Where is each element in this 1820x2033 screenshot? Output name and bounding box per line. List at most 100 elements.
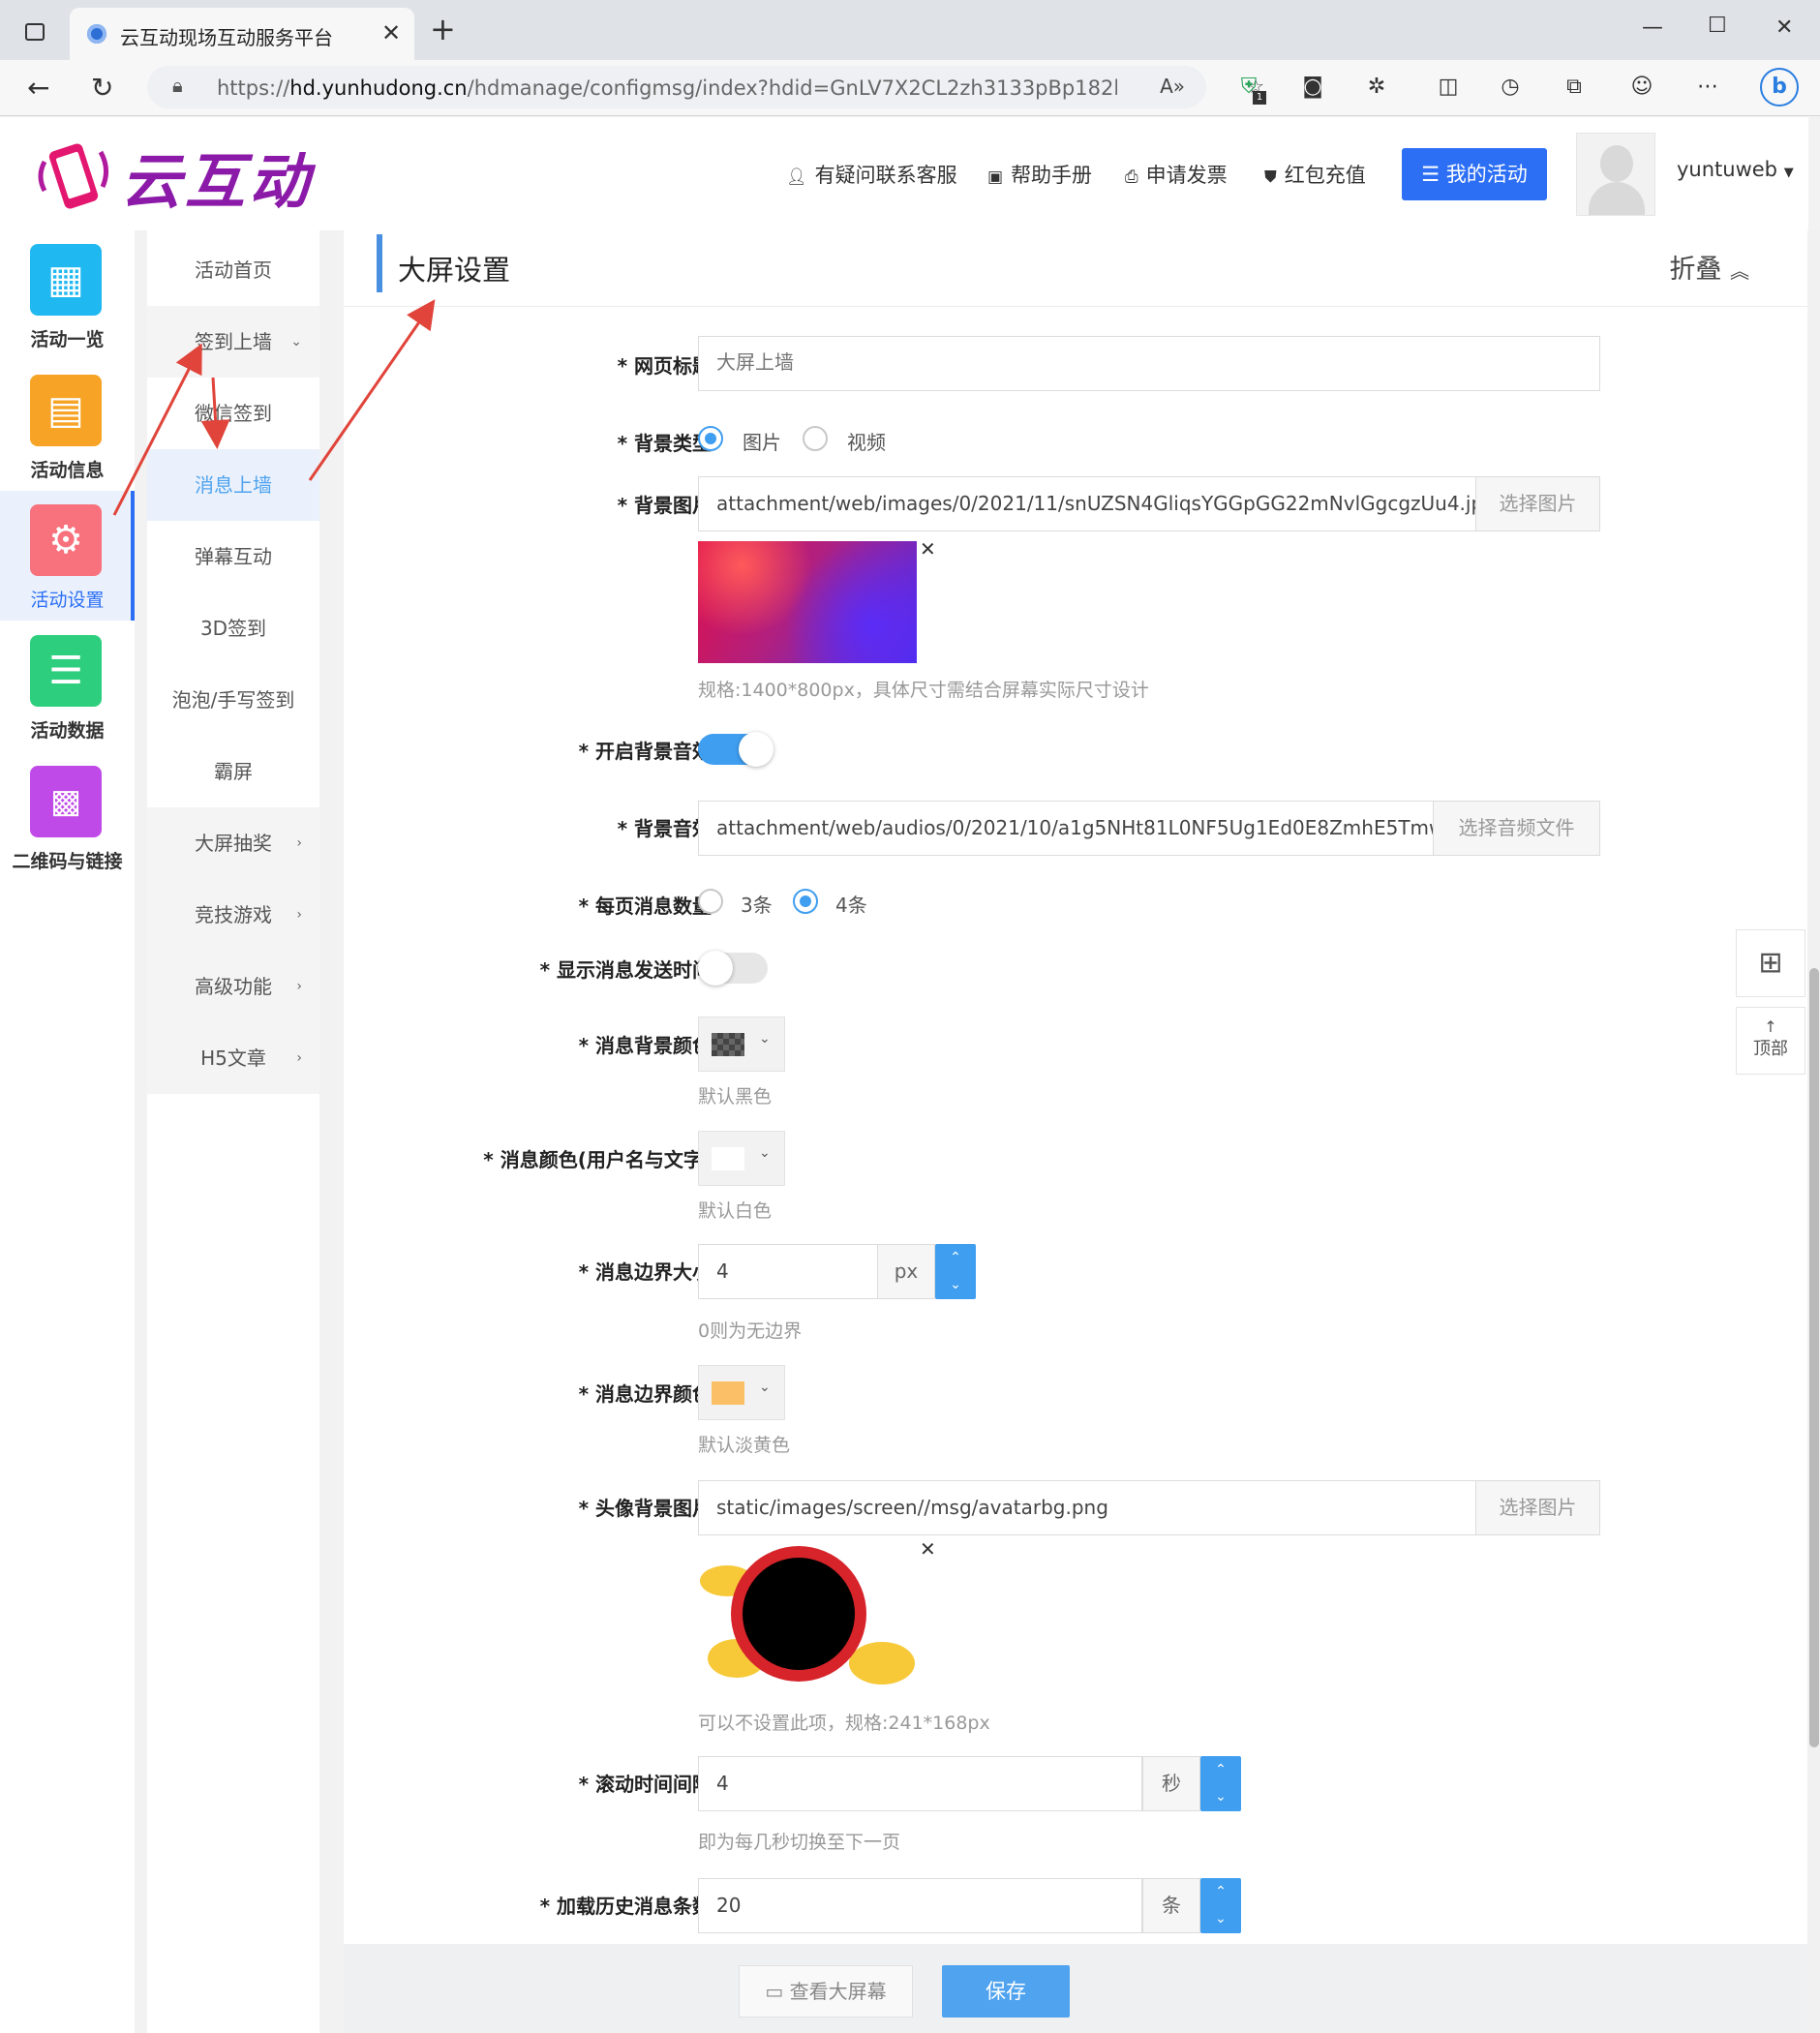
fold-button[interactable]: 折叠 ︽ bbox=[1669, 248, 1749, 286]
bing-copilot-icon[interactable]: b bbox=[1760, 68, 1799, 106]
bg-sound-toggle[interactable] bbox=[698, 732, 774, 767]
scrollbar-thumb[interactable] bbox=[1809, 968, 1819, 1747]
submenu-advanced[interactable]: 高级功能 › bbox=[147, 951, 319, 1022]
read-aloud-icon[interactable]: A» bbox=[1160, 75, 1185, 98]
more-options-icon[interactable]: ⋯ bbox=[1694, 74, 1721, 101]
show-time-toggle[interactable] bbox=[698, 951, 768, 986]
tab-actions-icon[interactable] bbox=[25, 23, 45, 41]
avatar[interactable] bbox=[1576, 133, 1655, 216]
submenu-wechat-signin[interactable]: 微信签到 bbox=[147, 378, 319, 449]
msg-bg-color-hint: 默认黑色 bbox=[698, 1086, 773, 1108]
contact-support-link[interactable]: 👤︎ 有疑问联系客服 bbox=[786, 160, 957, 189]
close-window-icon[interactable]: ✕ bbox=[1775, 15, 1793, 40]
msg-color-picker[interactable]: ⌄ bbox=[698, 1131, 785, 1186]
lock-icon: 🔒︎ bbox=[172, 74, 183, 97]
username-dropdown[interactable]: yuntuweb ▼ bbox=[1677, 158, 1794, 181]
grid-icon: ▦ bbox=[30, 244, 102, 316]
list-icon: ☰ bbox=[1421, 163, 1446, 186]
save-button[interactable]: 保存 bbox=[942, 1965, 1070, 2018]
back-to-top-button[interactable]: ↑ 顶部 bbox=[1736, 1007, 1805, 1075]
border-size-unit: px bbox=[877, 1244, 935, 1299]
nav-activity-info[interactable]: ▤ 活动信息 bbox=[0, 361, 135, 491]
bg-type-image-radio[interactable] bbox=[698, 426, 723, 451]
light-yellow-swatch bbox=[712, 1381, 744, 1405]
invoice-link[interactable]: ⎙ 申请发票 bbox=[1125, 160, 1228, 189]
bg-type-image-label: 图片 bbox=[743, 431, 781, 454]
refresh-icon[interactable]: ↻ bbox=[91, 72, 113, 104]
app-header: 云互动 👤︎ 有疑问联系客服 ▣ 帮助手册 ⎙ 申请发票 ⛊ 红包充值 ☰ 我的活动 y… bbox=[0, 117, 1808, 230]
per-page-3-radio[interactable] bbox=[698, 889, 723, 914]
scroll-interval-hint: 即为每几秒切换至下一页 bbox=[698, 1832, 901, 1853]
border-color-picker[interactable]: ⌄ bbox=[698, 1365, 785, 1420]
maximize-icon[interactable]: ☐ bbox=[1708, 14, 1727, 38]
browser-tab[interactable]: 云互动现场互动服务平台 ✕ bbox=[70, 8, 414, 60]
logo-text: 云互动 bbox=[121, 146, 314, 217]
avatar-bg-select-button[interactable]: 选择图片 bbox=[1475, 1480, 1600, 1535]
arrow-up-icon: ↑ bbox=[1764, 1017, 1777, 1036]
collections-icon[interactable]: ⧉ bbox=[1561, 74, 1588, 101]
database-icon: ☰ bbox=[30, 635, 102, 707]
msg-bg-color-picker[interactable]: ⌄ bbox=[698, 1016, 785, 1072]
scroll-interval-input[interactable]: 4 bbox=[698, 1756, 1142, 1811]
submenu-3d-signin[interactable]: 3D签到 bbox=[147, 592, 319, 664]
bg-image-input[interactable]: attachment/web/images/0/2021/11/snUZSN4G… bbox=[698, 476, 1476, 531]
submenu-h5-article[interactable]: H5文章 › bbox=[147, 1022, 319, 1094]
nav-activity-list[interactable]: ▦ 活动一览 bbox=[0, 230, 135, 360]
bg-sound-input[interactable]: attachment/web/audios/0/2021/10/a1g5NHt8… bbox=[698, 801, 1434, 856]
help-manual-link[interactable]: ▣ 帮助手册 bbox=[987, 160, 1092, 189]
border-size-hint: 0则为无边界 bbox=[698, 1320, 803, 1342]
bg-sound-select-button[interactable]: 选择音频文件 bbox=[1433, 801, 1600, 856]
nav-activity-data[interactable]: ☰ 活动数据 bbox=[0, 622, 135, 751]
chevron-up-icon: ⌃ bbox=[1215, 1884, 1227, 1899]
history-count-spinner[interactable]: ⌃ ⌄ bbox=[1200, 1878, 1241, 1933]
nav-activity-settings[interactable]: ⚙ 活动设置 bbox=[0, 491, 135, 621]
submenu-games[interactable]: 竞技游戏 › bbox=[147, 879, 319, 951]
action-bar: ▭ 查看大屏幕 保存 bbox=[344, 1944, 1807, 2033]
submenu-danmaku[interactable]: 弹幕互动 bbox=[147, 521, 319, 592]
page-title-input[interactable] bbox=[698, 336, 1600, 391]
bg-type-label: * 背景类型 bbox=[617, 432, 712, 455]
per-page-3-label: 3条 bbox=[741, 894, 773, 917]
submenu-lottery[interactable]: 大屏抽奖 › bbox=[147, 807, 319, 879]
minimize-icon[interactable]: — bbox=[1642, 15, 1663, 40]
submenu-message-wall[interactable]: 消息上墙 bbox=[147, 449, 319, 521]
scroll-interval-spinner[interactable]: ⌃ ⌄ bbox=[1200, 1756, 1241, 1811]
submenu-activity-home[interactable]: 活动首页 bbox=[147, 234, 319, 306]
qrcode-icon[interactable]: ⊞ bbox=[1736, 929, 1805, 997]
submenu-signin-wall[interactable]: 签到上墙 ⌄ bbox=[147, 306, 319, 378]
view-big-screen-button[interactable]: ▭ 查看大屏幕 bbox=[739, 1965, 913, 2018]
panel-accent-bar bbox=[377, 234, 382, 292]
remove-avatar-bg-icon[interactable]: ✕ bbox=[920, 1537, 936, 1561]
bg-image-select-button[interactable]: 选择图片 bbox=[1475, 476, 1600, 531]
profile-icon[interactable]: ☺ bbox=[1628, 74, 1655, 101]
per-page-label: * 每页消息数量 bbox=[578, 895, 712, 918]
history-count-input[interactable]: 20 bbox=[698, 1878, 1142, 1933]
border-size-spinner[interactable]: ⌃ ⌄ bbox=[935, 1244, 976, 1299]
url-text: https://hd.yunhudong.cn/hdmanage/configm… bbox=[217, 76, 1117, 100]
extension-glasses-icon[interactable]: ◙ bbox=[1299, 74, 1326, 101]
history-icon[interactable]: ◷ bbox=[1497, 74, 1524, 101]
history-count-unit: 条 bbox=[1142, 1878, 1200, 1933]
bg-type-video-radio[interactable] bbox=[803, 426, 828, 451]
new-tab-icon[interactable]: + bbox=[430, 14, 456, 45]
my-activity-button[interactable]: ☰ 我的活动 bbox=[1402, 148, 1547, 200]
submenu-bapin[interactable]: 霸屏 bbox=[147, 736, 319, 807]
split-screen-icon[interactable]: ◫ bbox=[1435, 74, 1462, 101]
close-tab-icon[interactable]: ✕ bbox=[381, 19, 401, 46]
extensions-icon[interactable]: ✲ bbox=[1363, 74, 1390, 101]
double-chevron-up-icon: ︽ bbox=[1730, 259, 1749, 283]
per-page-4-radio[interactable] bbox=[793, 889, 818, 914]
redpacket-recharge-link[interactable]: ⛊ 红包充值 bbox=[1264, 160, 1366, 189]
url-field[interactable]: 🔒︎ https://hd.yunhudong.cn/hdmanage/conf… bbox=[147, 66, 1264, 108]
border-color-label: * 消息边界颜色 bbox=[578, 1382, 712, 1406]
back-icon[interactable]: ← bbox=[27, 72, 49, 104]
bg-image-hint: 规格:1400*800px，具体尺寸需结合屏幕实际尺寸设计 bbox=[698, 680, 1149, 701]
submenu-bubble-signin[interactable]: 泡泡/手写签到 bbox=[147, 664, 319, 736]
nav-qrcode-links[interactable]: ▩ 二维码与链接 bbox=[0, 752, 135, 882]
avatar-bg-input[interactable]: static/images/screen//msg/avatarbg.png bbox=[698, 1480, 1476, 1535]
panel-divider bbox=[344, 306, 1807, 307]
remove-bg-image-icon[interactable]: ✕ bbox=[920, 537, 936, 561]
scroll-interval-label: * 滚动时间间隔 bbox=[578, 1773, 712, 1796]
border-size-input[interactable]: 4 bbox=[698, 1244, 878, 1299]
floating-tools: ⊞ ↑ 顶部 bbox=[1736, 929, 1805, 1077]
